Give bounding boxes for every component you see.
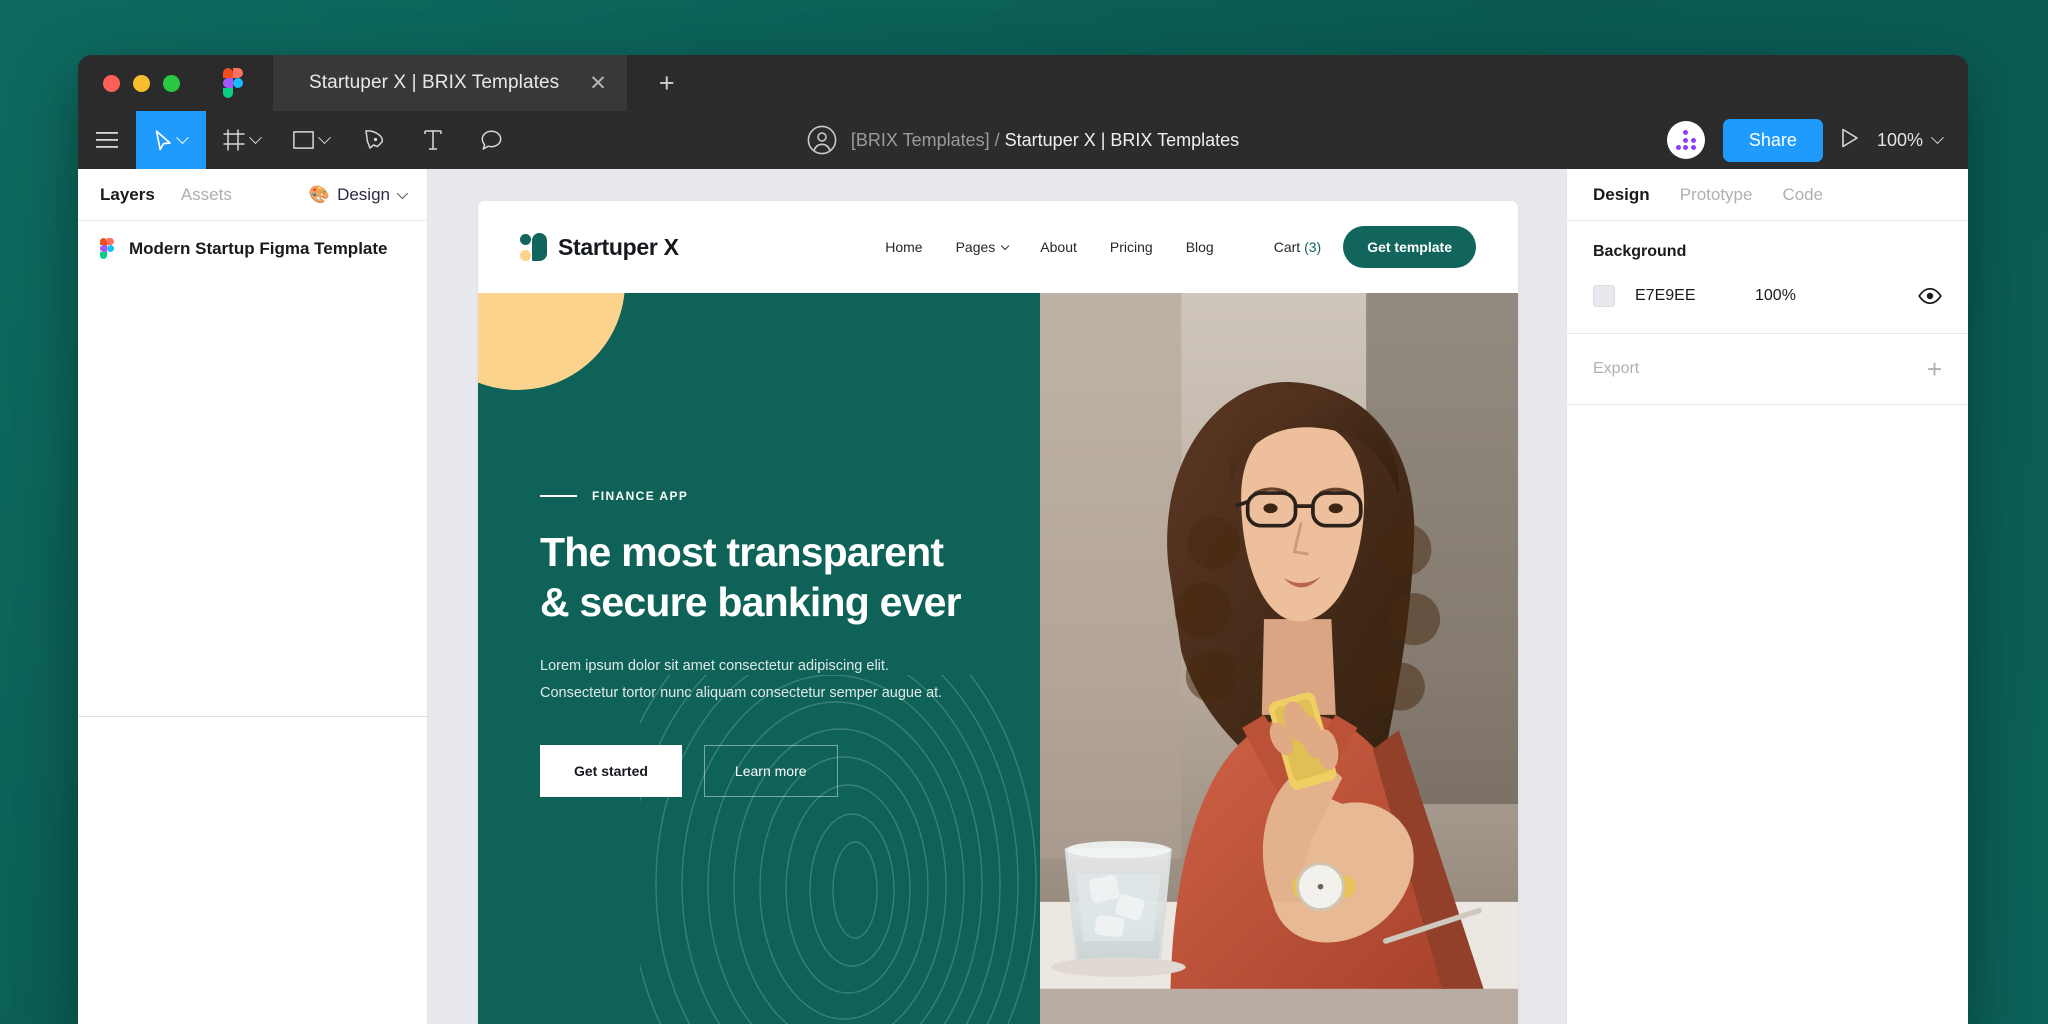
chevron-down-icon [1931, 130, 1944, 144]
browser-tab[interactable]: Startuper X | BRIX Templates ✕ [273, 55, 627, 111]
panel-divider [78, 716, 427, 717]
woman-with-phone-photo [1039, 293, 1518, 989]
website-frame: Startuper X Home Pages About Pricing Blo… [478, 201, 1518, 1024]
chevron-down-icon [1001, 241, 1010, 251]
hero-paragraph-line1: Lorem ipsum dolor sit amet consectetur a… [540, 658, 889, 675]
right-panel-tabs: Design Prototype Code [1567, 169, 1968, 221]
palette-icon: 🎨 [308, 184, 331, 204]
hero-paragraph-line2: Consectetur tortor nunc aliquam consecte… [540, 684, 943, 701]
figma-file-icon [100, 238, 115, 259]
tab-prototype[interactable]: Prototype [1680, 185, 1753, 205]
plus-icon[interactable]: + [659, 69, 675, 97]
design-canvas[interactable]: Startuper X Home Pages About Pricing Blo… [428, 169, 1566, 1024]
site-nav-blog-label: Blog [1185, 239, 1214, 255]
hero-heading: The most transparent & secure banking ev… [540, 527, 1040, 627]
tab-design[interactable]: Design [1593, 185, 1650, 205]
site-nav-about[interactable]: About [1040, 239, 1077, 255]
background-section: Background E7E9EE 100% [1567, 221, 1968, 334]
maximize-window-button[interactable] [163, 74, 180, 92]
avatar[interactable] [1666, 121, 1705, 159]
breadcrumb-separator: / [994, 129, 1000, 150]
comment-icon[interactable] [462, 111, 520, 169]
hero-heading-line2: & secure banking ever [540, 579, 962, 626]
hamburger-menu-icon[interactable] [78, 111, 136, 169]
site-nav-pages-label: Pages [955, 239, 996, 255]
share-button[interactable]: Share [1722, 118, 1823, 162]
tab-code[interactable]: Code [1782, 185, 1823, 205]
site-nav-about-label: About [1040, 239, 1077, 255]
site-nav-pages[interactable]: Pages [955, 239, 1010, 255]
hero-buttons: Get started Learn more [540, 744, 1040, 797]
list-item[interactable]: Modern Startup Figma Template [78, 221, 427, 276]
layer-name: Modern Startup Figma Template [129, 238, 388, 258]
tab-title: Startuper X | BRIX Templates [309, 72, 560, 93]
site-nav-pricing-label: Pricing [1109, 239, 1153, 255]
text-icon[interactable] [404, 111, 462, 169]
hero-content: FINANCE APP The most transparent & secur… [540, 293, 1040, 797]
plus-icon[interactable]: + [1927, 356, 1942, 382]
hero-heading-line1: The most transparent [540, 529, 944, 575]
tab-layers[interactable]: Layers [100, 185, 155, 205]
background-title: Background [1593, 243, 1687, 260]
frame-icon[interactable] [206, 111, 276, 169]
design-dropdown[interactable]: 🎨 Design [308, 184, 409, 205]
cursor-move-icon[interactable] [136, 111, 206, 169]
zoom-control[interactable]: 100% [1876, 129, 1944, 151]
site-nav-links: Home Pages About Pricing Blog [885, 239, 1213, 255]
site-logo[interactable]: Startuper X [520, 233, 679, 261]
breadcrumb-team[interactable]: [BRIX Templates] [851, 130, 990, 150]
hero-photo [1039, 293, 1518, 1024]
figma-toolbar: [BRIX Templates] / Startuper X | BRIX Te… [78, 111, 1968, 169]
learn-more-button[interactable]: Learn more [703, 744, 838, 797]
site-nav-home-label: Home [885, 239, 923, 255]
hero-left-column: FINANCE APP The most transparent & secur… [478, 293, 1040, 1024]
avatar-outline-icon [807, 125, 837, 155]
eye-icon[interactable] [1918, 288, 1942, 304]
hero-paragraph: Lorem ipsum dolor sit amet consectetur a… [540, 653, 960, 707]
rectangle-shape-icon[interactable] [276, 111, 346, 169]
hero-eyebrow-label: FINANCE APP [592, 489, 689, 503]
minimize-window-button[interactable] [133, 74, 150, 92]
color-swatch[interactable] [1593, 285, 1615, 307]
tab-assets[interactable]: Assets [181, 185, 232, 205]
left-panel-tabs: Layers Assets 🎨 Design [78, 169, 427, 221]
left-panel: Layers Assets 🎨 Design Modern Startup Fi… [78, 169, 428, 1024]
site-nav-home[interactable]: Home [885, 239, 922, 255]
startuper-logo-icon [520, 233, 547, 261]
window-controls [78, 74, 180, 92]
design-dropdown-label: Design [337, 184, 390, 204]
site-nav-pricing[interactable]: Pricing [1110, 239, 1153, 255]
background-color-row: E7E9EE 100% [1593, 285, 1942, 307]
site-navbar: Startuper X Home Pages About Pricing Blo… [478, 201, 1518, 293]
figma-logo-icon [223, 68, 245, 98]
cart-count: (3) [1304, 239, 1322, 255]
right-panel: Design Prototype Code Background E7E9EE … [1566, 169, 1968, 1024]
close-icon[interactable]: ✕ [589, 73, 607, 94]
get-template-button[interactable]: Get template [1343, 226, 1476, 268]
opacity-value[interactable]: 100% [1755, 287, 1796, 305]
get-started-button[interactable]: Get started [540, 744, 682, 797]
site-logo-text: Startuper X [558, 233, 679, 260]
site-nav-blog[interactable]: Blog [1186, 239, 1214, 255]
close-window-button[interactable] [103, 74, 120, 92]
color-hex-value[interactable]: E7E9EE [1635, 287, 1735, 305]
cart-label: Cart [1273, 239, 1301, 255]
chevron-down-icon [396, 187, 409, 199]
window-titlebar: Startuper X | BRIX Templates ✕ + [78, 55, 1968, 111]
play-present-icon[interactable] [1841, 128, 1859, 153]
zoom-level-label: 100% [1876, 129, 1923, 150]
cart-link[interactable]: Cart (3) [1274, 239, 1321, 255]
export-section: Export + [1567, 334, 1968, 405]
app-body: Layers Assets 🎨 Design Modern Startup Fi… [78, 169, 1968, 1024]
export-label: Export [1593, 360, 1640, 377]
figma-app-window: Startuper X | BRIX Templates ✕ + [BRIX T… [78, 55, 1968, 1024]
hero-eyebrow: FINANCE APP [540, 489, 1040, 503]
breadcrumb-file[interactable]: Startuper X | BRIX Templates [1005, 130, 1239, 150]
site-hero: FINANCE APP The most transparent & secur… [478, 293, 1518, 1024]
desktop-background: Startuper X | BRIX Templates ✕ + [BRIX T… [0, 0, 2048, 1024]
pen-icon[interactable] [346, 111, 404, 169]
eyebrow-rule [540, 495, 577, 497]
